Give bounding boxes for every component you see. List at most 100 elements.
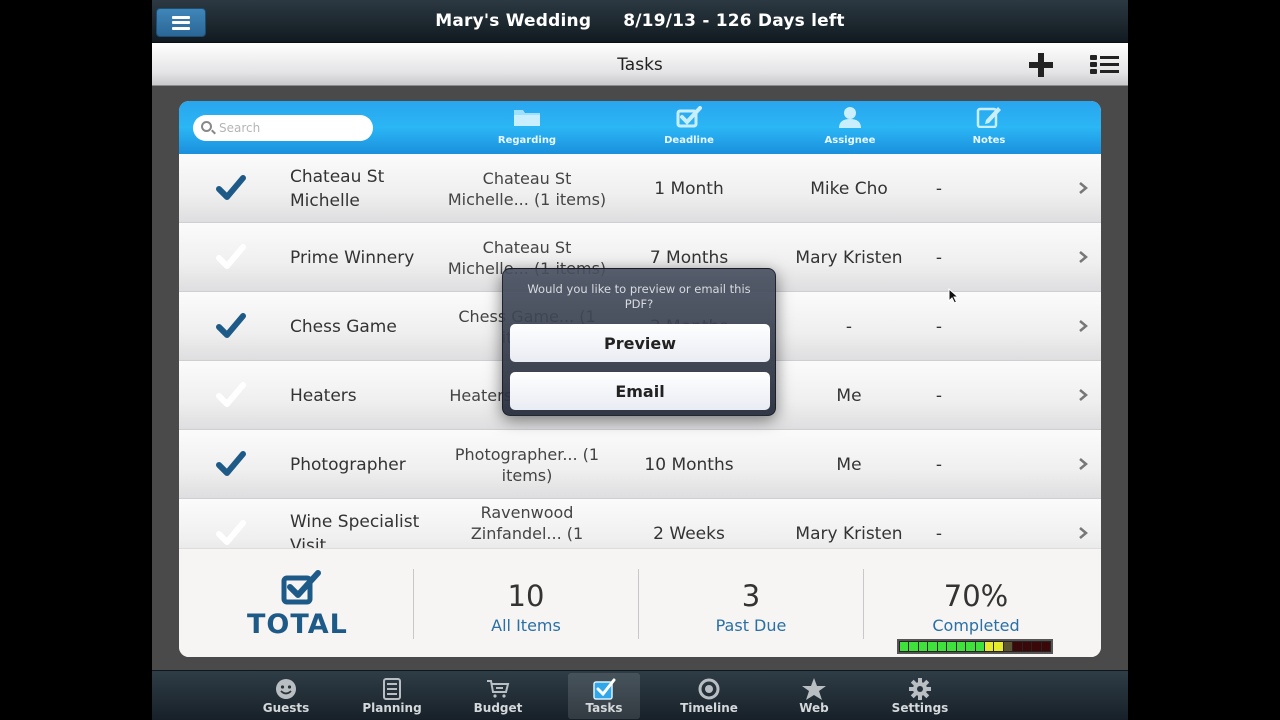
- checkmark-undone-icon[interactable]: [215, 243, 247, 271]
- pdf-action-alert: Would you like to preview or email this …: [502, 268, 776, 416]
- tab-budget[interactable]: Budget: [462, 673, 534, 719]
- total-label: TOTAL: [247, 609, 348, 640]
- alert-message: Would you like to preview or email this …: [527, 282, 751, 311]
- summary-total: TOTAL: [179, 549, 413, 657]
- progress-segment: [994, 642, 1003, 651]
- task-regarding: Photographer... (1 items): [454, 444, 600, 485]
- tab-timeline[interactable]: Timeline: [673, 673, 745, 719]
- search-input[interactable]: [193, 115, 373, 141]
- task-row[interactable]: Wine Specialist Visit Ravenwood Zinfandel…: [179, 499, 1101, 548]
- tab-label: Budget: [473, 701, 523, 715]
- progress-segment: [947, 642, 956, 651]
- task-assignee: Me: [836, 385, 862, 406]
- person-icon: [836, 106, 864, 134]
- task-regarding: Ravenwood Zinfandel... (1 items): [470, 503, 584, 548]
- progress-segment: [956, 642, 966, 651]
- task-notes: -: [935, 247, 943, 268]
- task-deadline: 2 Weeks: [653, 523, 725, 544]
- tab-web[interactable]: Web: [778, 673, 850, 719]
- progress-segment: [975, 642, 984, 651]
- progress-segment: [1013, 642, 1022, 651]
- bottom-tab-bar: Guests Planning Budget Tasks Timeline Web Sett…: [152, 670, 1128, 720]
- task-notes: -: [935, 178, 943, 199]
- progress-segment: [1003, 642, 1013, 651]
- summary-all-items[interactable]: 10 All Items: [414, 549, 638, 657]
- event-title: Mary's Wedding: [435, 11, 592, 31]
- checkmark-done-icon[interactable]: [215, 174, 247, 202]
- checkmark-undone-icon[interactable]: [215, 381, 247, 409]
- task-name: Chateau St Michelle: [290, 166, 385, 211]
- task-check-icon: [592, 678, 616, 700]
- column-header-notes[interactable]: Notes: [939, 106, 1039, 146]
- cart-icon: [486, 678, 510, 700]
- progress-segment: [1032, 642, 1041, 651]
- task-assignee: -: [845, 316, 853, 337]
- edit-note-icon: [975, 106, 1003, 134]
- task-notes: -: [935, 523, 943, 544]
- column-header-regarding[interactable]: Regarding: [477, 106, 577, 146]
- all-items-count: 10: [507, 579, 545, 613]
- checkmark-done-icon[interactable]: [215, 450, 247, 478]
- progress-segment: [900, 642, 909, 651]
- task-name: Prime Winnery: [290, 247, 415, 268]
- list-view-button[interactable]: [1090, 55, 1120, 75]
- folder-icon: [513, 106, 541, 134]
- gear-icon: [908, 678, 932, 700]
- email-button[interactable]: Email: [510, 372, 770, 410]
- clock-icon: [697, 678, 721, 700]
- preview-button[interactable]: Preview: [510, 324, 770, 362]
- task-notes: -: [935, 454, 943, 475]
- completed-percent: 70%: [943, 579, 1009, 613]
- past-due-label: Past Due: [715, 616, 787, 635]
- task-assignee: Mary Kristen: [795, 247, 903, 268]
- page-header: Tasks: [152, 43, 1128, 86]
- tab-label: Planning: [362, 701, 422, 715]
- progress-segment: [984, 642, 994, 651]
- event-title-bar: Mary's Wedding 8/19/13 - 126 Days left: [152, 11, 1128, 31]
- tab-tasks[interactable]: Tasks: [568, 673, 640, 719]
- task-name: Heaters: [290, 385, 357, 406]
- tab-label: Timeline: [680, 701, 738, 715]
- task-row[interactable]: Chateau St Michelle Chateau St Michelle..…: [179, 154, 1101, 223]
- task-notes: -: [935, 316, 943, 337]
- completed-label: Completed: [932, 616, 1020, 635]
- tab-label: Guests: [262, 701, 310, 715]
- chevron-right-icon: [1079, 527, 1088, 539]
- chevron-right-icon: [1079, 251, 1088, 263]
- tab-label: Web: [799, 701, 829, 715]
- task-name: Photographer: [290, 454, 406, 475]
- checkmark-done-icon[interactable]: [215, 312, 247, 340]
- tab-planning[interactable]: Planning: [356, 673, 428, 719]
- column-header-assignee[interactable]: Assignee: [800, 106, 900, 146]
- task-row[interactable]: Photographer Photographer... (1 items) 10 …: [179, 430, 1101, 499]
- task-assignee: Me: [836, 454, 862, 475]
- chevron-right-icon: [1079, 458, 1088, 470]
- clipboard-icon: [380, 678, 404, 700]
- past-due-count: 3: [741, 579, 761, 613]
- checkmark-undone-icon[interactable]: [215, 519, 247, 547]
- tab-label: Settings: [891, 701, 949, 715]
- chevron-right-icon: [1079, 320, 1088, 332]
- total-checkbox-icon: [281, 570, 321, 605]
- progress-segment: [966, 642, 975, 651]
- progress-segment: [1041, 642, 1050, 651]
- completion-progress-bar: [897, 639, 1053, 654]
- task-assignee: Mike Cho: [810, 178, 888, 199]
- summary-past-due[interactable]: 3 Past Due: [639, 549, 863, 657]
- task-name: Chess Game: [290, 316, 397, 337]
- tab-settings[interactable]: Settings: [884, 673, 956, 719]
- add-task-button[interactable]: [1026, 52, 1056, 78]
- tab-guests[interactable]: Guests: [250, 673, 322, 719]
- table-header: Regarding Deadline Assignee Notes: [179, 101, 1101, 154]
- checkbox-icon: [675, 106, 703, 134]
- page-title: Tasks: [617, 55, 663, 75]
- top-navigation-bar: Mary's Wedding 8/19/13 - 126 Days left: [152, 0, 1128, 43]
- progress-segment: [937, 642, 947, 651]
- task-deadline: 1 Month: [654, 178, 724, 199]
- task-regarding: Chateau St Michelle... (1 items): [447, 168, 607, 209]
- progress-segment: [909, 642, 918, 651]
- chevron-right-icon: [1079, 389, 1088, 401]
- column-header-deadline[interactable]: Deadline: [639, 106, 739, 146]
- progress-segment: [1022, 642, 1032, 651]
- chevron-right-icon: [1079, 182, 1088, 194]
